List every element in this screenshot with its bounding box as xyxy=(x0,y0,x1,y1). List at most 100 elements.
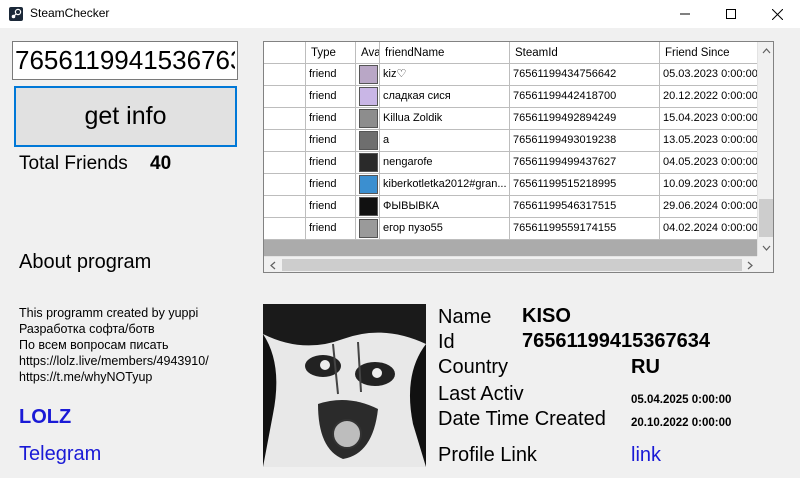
grid-header-friendname[interactable]: friendName xyxy=(380,42,510,64)
grid-header-steamid[interactable]: SteamId xyxy=(510,42,660,64)
lolz-link[interactable]: LOLZ xyxy=(19,406,71,429)
grid-cell-type[interactable]: friend xyxy=(306,64,356,86)
grid-cell-type[interactable]: friend xyxy=(306,108,356,130)
grid-cell-type[interactable]: friend xyxy=(306,152,356,174)
friend-avatar-icon xyxy=(359,219,378,238)
vertical-scrollbar[interactable] xyxy=(757,42,773,272)
grid-cell-avatar[interactable] xyxy=(356,196,380,218)
country-label: Country xyxy=(438,356,509,378)
about-line: По всем вопросам писать xyxy=(19,338,169,352)
grid-cell-friendname[interactable]: a xyxy=(380,130,510,152)
table-row[interactable]: friend Killua Zoldik 76561199492894249 15.0… xyxy=(264,108,758,130)
grid-cell-friend-since[interactable]: 05.03.2023 0:00:00 xyxy=(660,64,758,86)
friend-avatar-icon xyxy=(359,175,378,194)
grid-cell-steamid[interactable]: 76561199515218995 xyxy=(510,174,660,196)
grid-cell-type[interactable]: friend xyxy=(306,86,356,108)
about-program-label: About program xyxy=(19,251,152,273)
get-info-button[interactable]: get info xyxy=(14,86,237,147)
friend-avatar-icon xyxy=(359,65,378,84)
table-row[interactable]: friend kiz♡ 76561199434756642 05.03.2023 0:… xyxy=(264,64,758,86)
maximize-button[interactable] xyxy=(708,0,754,28)
grid-cell-friend-since[interactable]: 04.05.2023 0:00:00 xyxy=(660,152,758,174)
grid-cell-steamid[interactable]: 76561199559174155 xyxy=(510,218,660,240)
grid-cell-avatar[interactable] xyxy=(356,152,380,174)
about-line: This programm created by yuppi xyxy=(19,306,199,320)
name-label: Name xyxy=(438,306,492,328)
grid-cell-steamid[interactable]: 76561199434756642 xyxy=(510,64,660,86)
table-row[interactable]: friend сладкая сися 76561199442418700 20.12… xyxy=(264,86,758,108)
last-activ-value: 05.04.2025 0:00:00 xyxy=(631,394,732,406)
table-row[interactable]: friend nengarofe 76561199499437627 04.05.20… xyxy=(264,152,758,174)
grid-cell-friendname[interactable]: егор пузо55 xyxy=(380,218,510,240)
grid-cell-steamid[interactable]: 76561199499437627 xyxy=(510,152,660,174)
grid-cell-steamid[interactable]: 76561199442418700 xyxy=(510,86,660,108)
date-created-label: Date Time Created xyxy=(438,408,606,430)
grid-cell-type[interactable]: friend xyxy=(306,196,356,218)
grid-header-friend-since[interactable]: Friend Since xyxy=(660,42,758,64)
horizontal-scrollbar[interactable] xyxy=(264,256,758,272)
grid-cell-avatar[interactable] xyxy=(356,64,380,86)
table-row[interactable]: friend егор пузо55 76561199559174155 04.02.… xyxy=(264,218,758,240)
friends-grid[interactable]: Type Avatar friendName SteamId Friend Si… xyxy=(263,41,774,273)
grid-cell-friend-since[interactable]: 20.12.2022 0:00:00 xyxy=(660,86,758,108)
grid-row-header[interactable] xyxy=(264,174,306,196)
steam-app-icon xyxy=(9,7,23,21)
close-button[interactable] xyxy=(754,0,800,28)
about-line: https://t.me/whyNOTyup xyxy=(19,370,153,384)
scroll-right-arrow-icon[interactable] xyxy=(741,257,758,272)
last-activ-label: Last Activ xyxy=(438,383,524,405)
telegram-link[interactable]: Telegram xyxy=(19,443,101,466)
grid-cell-friend-since[interactable]: 13.05.2023 0:00:00 xyxy=(660,130,758,152)
grid-cell-steamid[interactable]: 76561199492894249 xyxy=(510,108,660,130)
grid-cell-avatar[interactable] xyxy=(356,130,380,152)
grid-cell-friendname[interactable]: ФЫВЫВКА xyxy=(380,196,510,218)
profile-avatar-image xyxy=(263,304,426,467)
table-row[interactable]: friend ФЫВЫВКА 76561199546317515 29.06.2024… xyxy=(264,196,758,218)
grid-row-header[interactable] xyxy=(264,86,306,108)
scroll-up-arrow-icon[interactable] xyxy=(758,42,773,59)
steamid-input[interactable] xyxy=(12,41,238,80)
grid-cell-friendname[interactable]: kiberkotletka2012#gran... xyxy=(380,174,510,196)
grid-header-type[interactable]: Type xyxy=(306,42,356,64)
grid-header-rowheader[interactable] xyxy=(264,42,306,64)
grid-cell-friendname[interactable]: nengarofe xyxy=(380,152,510,174)
vertical-scroll-thumb[interactable] xyxy=(759,199,773,237)
grid-cell-avatar[interactable] xyxy=(356,174,380,196)
grid-row-header[interactable] xyxy=(264,196,306,218)
grid-cell-friendname[interactable]: сладкая сися xyxy=(380,86,510,108)
scroll-left-arrow-icon[interactable] xyxy=(264,257,281,272)
grid-cell-avatar[interactable] xyxy=(356,108,380,130)
friend-avatar-icon xyxy=(359,131,378,150)
grid-cell-friend-since[interactable]: 29.06.2024 0:00:00 xyxy=(660,196,758,218)
friend-avatar-icon xyxy=(359,87,378,106)
grid-cell-friendname[interactable]: kiz♡ xyxy=(380,64,510,86)
grid-cell-avatar[interactable] xyxy=(356,218,380,240)
grid-cell-steamid[interactable]: 76561199493019238 xyxy=(510,130,660,152)
grid-row-header[interactable] xyxy=(264,218,306,240)
grid-cell-friend-since[interactable]: 15.04.2023 0:00:00 xyxy=(660,108,758,130)
id-value: 76561199415367634 xyxy=(522,330,710,352)
close-icon xyxy=(771,8,783,20)
country-value: RU xyxy=(631,356,660,378)
grid-cell-steamid[interactable]: 76561199546317515 xyxy=(510,196,660,218)
grid-cell-avatar[interactable] xyxy=(356,86,380,108)
grid-cell-friend-since[interactable]: 04.02.2024 0:00:00 xyxy=(660,218,758,240)
grid-cell-friendname[interactable]: Killua Zoldik xyxy=(380,108,510,130)
table-row[interactable]: friend kiberkotletka2012#gran... 765611995… xyxy=(264,174,758,196)
profile-link[interactable]: link xyxy=(631,444,661,467)
grid-cell-type[interactable]: friend xyxy=(306,218,356,240)
grid-row-header[interactable] xyxy=(264,64,306,86)
grid-row-header[interactable] xyxy=(264,130,306,152)
grid-header-avatar[interactable]: Avatar xyxy=(356,42,380,64)
maximize-icon xyxy=(726,9,736,19)
scroll-down-arrow-icon[interactable] xyxy=(758,239,773,256)
grid-cell-type[interactable]: friend xyxy=(306,174,356,196)
grid-row-header[interactable] xyxy=(264,108,306,130)
profile-avatar xyxy=(263,304,426,467)
minimize-button[interactable] xyxy=(662,0,708,28)
horizontal-scroll-thumb[interactable] xyxy=(282,259,742,271)
table-row[interactable]: friend a 76561199493019238 13.05.2023 0:00:… xyxy=(264,130,758,152)
grid-cell-friend-since[interactable]: 10.09.2023 0:00:00 xyxy=(660,174,758,196)
grid-row-header[interactable] xyxy=(264,152,306,174)
grid-cell-type[interactable]: friend xyxy=(306,130,356,152)
